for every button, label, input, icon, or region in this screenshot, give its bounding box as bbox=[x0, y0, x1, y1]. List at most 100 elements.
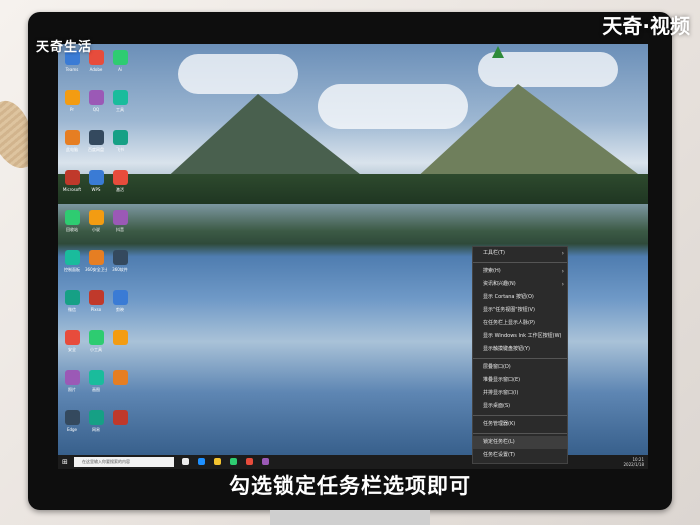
watermark-right: 天奇·视频 bbox=[602, 14, 690, 38]
desktop-icon[interactable]: 360软件 bbox=[110, 246, 130, 284]
desktop-icon[interactable]: 飞书 bbox=[110, 126, 130, 164]
chevron-right-icon: › bbox=[561, 281, 564, 288]
taskbar-search-input[interactable]: 在这里输入你要搜索的内容 bbox=[74, 457, 174, 467]
desktop-icon-label: 360安全卫士 bbox=[85, 267, 107, 272]
app-icon bbox=[64, 330, 80, 345]
desktop-screen[interactable]: Teams Adobe Ai Pr QQ 工具 此电脑 百度网盘 飞书 Microsoft WPS 激… bbox=[58, 44, 648, 469]
menu-separator bbox=[473, 415, 567, 416]
context-menu-item[interactable]: 堆叠显示窗口(E) bbox=[473, 374, 567, 387]
desktop-icon-grid: Teams Adobe Ai Pr QQ 工具 此电脑 百度网盘 飞书 Microsoft WPS 激… bbox=[62, 46, 132, 446]
desktop-icon[interactable]: 360安全卫士 bbox=[85, 246, 107, 284]
desktop-icon[interactable]: 回收站 bbox=[62, 206, 82, 244]
edge-icon[interactable] bbox=[198, 458, 205, 465]
chevron-right-icon: › bbox=[561, 268, 564, 275]
context-menu-item[interactable]: 在任务栏上显示人脉(P) bbox=[473, 317, 567, 330]
desktop-icon-row: 此电脑 百度网盘 飞书 bbox=[62, 126, 132, 164]
desktop-icon-row: 控制面板 360安全卫士 360软件 bbox=[62, 246, 132, 284]
desktop-icon[interactable]: Ai bbox=[110, 46, 130, 84]
desktop-icon-label: Microsoft bbox=[62, 187, 82, 192]
desktop-icon-label: WPS bbox=[91, 187, 101, 192]
context-menu-item[interactable]: 任务栏设置(T) bbox=[473, 449, 567, 462]
app-icon bbox=[64, 130, 80, 145]
context-menu-item[interactable]: 资讯和兴趣(N) › bbox=[473, 278, 567, 291]
desktop-icon[interactable] bbox=[110, 366, 130, 404]
desktop-icon-label: Pixso bbox=[90, 307, 102, 312]
desktop-icon[interactable]: 此电脑 bbox=[62, 126, 82, 164]
context-menu-item[interactable]: 显示"任务视图"按钮(V) bbox=[473, 304, 567, 317]
desktop-icon[interactable]: WPS bbox=[86, 166, 106, 204]
desktop-icon[interactable]: 安全 bbox=[62, 326, 82, 364]
chevron-right-icon: › bbox=[561, 250, 564, 257]
desktop-icon-label: Edge bbox=[66, 427, 78, 432]
desktop-icon[interactable]: 小工具 bbox=[86, 326, 106, 364]
context-menu-item[interactable]: 并排显示窗口(I) bbox=[473, 387, 567, 400]
app-icon bbox=[112, 170, 128, 185]
watermark-left: 天奇生活 bbox=[36, 40, 93, 55]
app-icon bbox=[112, 250, 128, 265]
desktop-icon[interactable] bbox=[110, 406, 130, 444]
app-icon bbox=[88, 90, 104, 105]
context-menu-item[interactable]: 锁定任务栏(L) bbox=[473, 436, 567, 449]
context-menu-item[interactable]: 任务管理器(K) bbox=[473, 418, 567, 431]
desktop-icon-label: QQ bbox=[92, 107, 100, 112]
context-menu-item[interactable]: 层叠窗口(D) bbox=[473, 361, 567, 374]
app-icon bbox=[88, 370, 104, 385]
app-icon bbox=[64, 370, 80, 385]
desktop-icon-row: Pr QQ 工具 bbox=[62, 86, 132, 124]
desktop-icon-label: 工具 bbox=[116, 107, 124, 112]
context-menu-item[interactable]: 显示桌面(S) bbox=[473, 400, 567, 413]
desktop-icon[interactable] bbox=[110, 326, 130, 364]
desktop-icon[interactable]: 控制面板 bbox=[62, 246, 82, 284]
desktop-icon[interactable]: 照片 bbox=[62, 366, 82, 404]
desktop-icon[interactable]: Microsoft bbox=[62, 166, 82, 204]
context-menu-item[interactable]: 显示触摸键盘按钮(Y) bbox=[473, 343, 567, 356]
app-icon bbox=[112, 330, 128, 345]
desktop-icon[interactable]: Pixso bbox=[86, 286, 106, 324]
task-view-icon[interactable] bbox=[182, 458, 189, 465]
desktop-icon[interactable]: 微信 bbox=[62, 286, 82, 324]
context-menu-item[interactable]: 搜索(H) › bbox=[473, 265, 567, 278]
desktop-icon-label: 此电脑 bbox=[66, 147, 78, 152]
folder-icon[interactable] bbox=[214, 458, 221, 465]
desktop-icon[interactable]: QQ bbox=[86, 86, 106, 124]
tree-icon bbox=[492, 46, 504, 58]
context-menu-item[interactable]: 显示 Cortana 按钮(O) bbox=[473, 291, 567, 304]
app-icon bbox=[64, 250, 80, 265]
app-icon bbox=[112, 210, 128, 225]
desktop-icon-row: Edge 网易 bbox=[62, 406, 132, 444]
app-icon bbox=[88, 130, 104, 145]
app-icon bbox=[112, 50, 128, 65]
system-clock[interactable]: 10:21 2022/1/18 bbox=[623, 457, 644, 467]
app-icon bbox=[88, 210, 104, 225]
desktop-icon-label: 飞书 bbox=[116, 147, 124, 152]
menu-separator bbox=[473, 433, 567, 434]
desktop-icon-label: 百度网盘 bbox=[88, 147, 104, 152]
app-icon bbox=[112, 90, 128, 105]
app-icon bbox=[88, 290, 104, 305]
desktop-icon[interactable]: Pr bbox=[62, 86, 82, 124]
desktop-icon-label: 抖音 bbox=[116, 227, 124, 232]
desktop-icon[interactable]: 画图 bbox=[86, 366, 106, 404]
desktop-icon[interactable]: Edge bbox=[62, 406, 82, 444]
desktop-icon-row: 微信 Pixso 剪映 bbox=[62, 286, 132, 324]
desktop-icon[interactable]: 抖音 bbox=[110, 206, 130, 244]
wps-icon[interactable] bbox=[246, 458, 253, 465]
wechat-icon[interactable] bbox=[230, 458, 237, 465]
desktop-icon-label: Ai bbox=[118, 67, 122, 72]
desktop-icon[interactable]: 百度网盘 bbox=[86, 126, 106, 164]
desktop-icon-label: 激活 bbox=[116, 187, 124, 192]
app-icon bbox=[112, 370, 128, 385]
desktop-icon-label: 控制面板 bbox=[64, 267, 80, 272]
desktop-icon[interactable]: 激活 bbox=[110, 166, 130, 204]
desktop-icon[interactable]: 网易 bbox=[86, 406, 106, 444]
app-icon[interactable] bbox=[262, 458, 269, 465]
windows-start-icon[interactable]: ⊞ bbox=[62, 458, 70, 466]
desktop-icon[interactable]: 剪映 bbox=[110, 286, 130, 324]
desktop-icon[interactable]: 小说 bbox=[86, 206, 106, 244]
desktop-icon[interactable]: 工具 bbox=[110, 86, 130, 124]
app-icon bbox=[112, 130, 128, 145]
desktop-icon-label: 照片 bbox=[68, 387, 76, 392]
clock-date: 2022/1/18 bbox=[623, 462, 644, 467]
context-menu-item[interactable]: 工具栏(T) › bbox=[473, 247, 567, 260]
context-menu-item[interactable]: 显示 Windows Ink 工作区按钮(W) bbox=[473, 330, 567, 343]
